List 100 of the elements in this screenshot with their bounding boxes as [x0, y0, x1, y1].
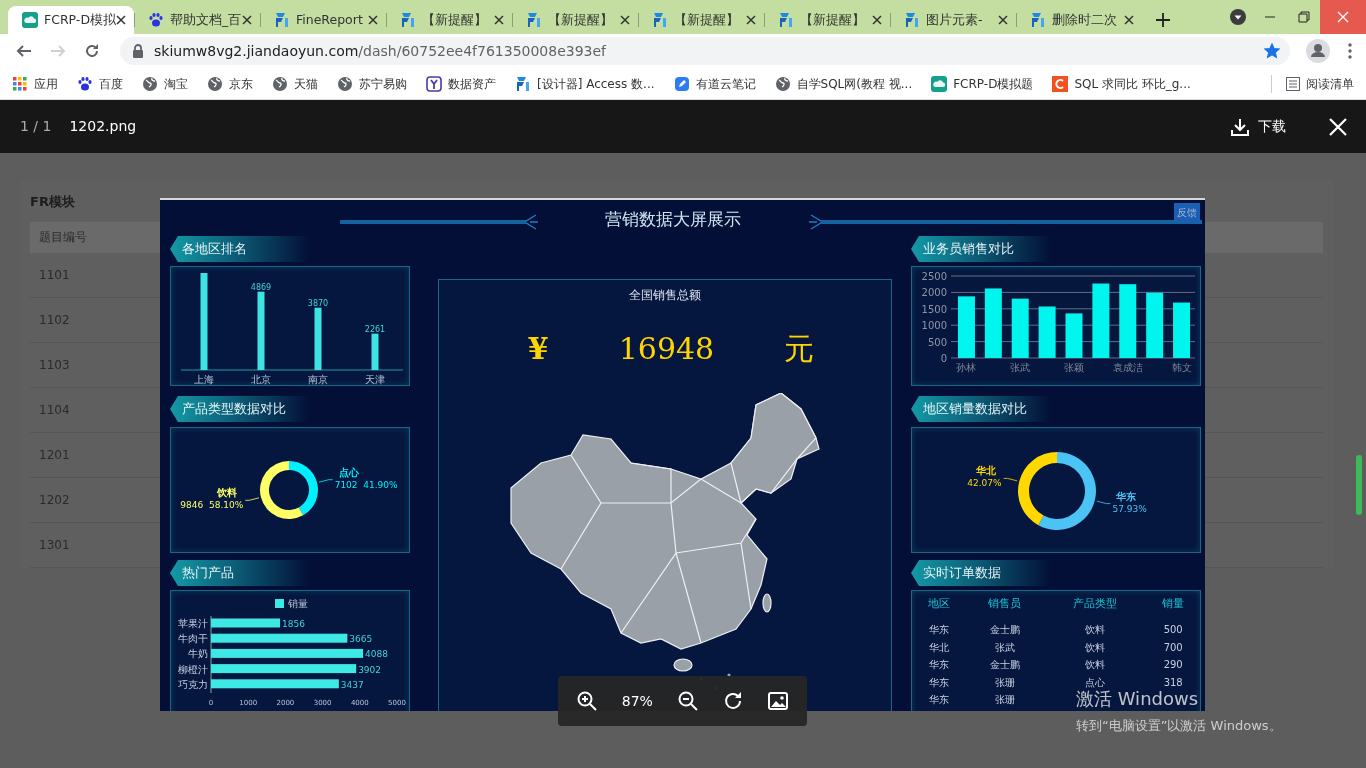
bookmark[interactable]: 自学SQL网(教程 视...: [774, 74, 913, 93]
browser-tab[interactable]: 【新提醒】: [764, 6, 890, 34]
axis-label: 南京: [308, 374, 328, 385]
table-cell-text: 点心: [1084, 675, 1107, 690]
bookmark[interactable]: 有道云笔记: [673, 74, 756, 93]
new-tab-icon[interactable]: [1156, 13, 1170, 27]
logo-icon: [778, 12, 794, 28]
data-label: 3665: [349, 634, 373, 645]
address-bar[interactable]: skiumw8vg2.jiandaoyun.com/dash/60752ee4f761350008e393ef: [120, 37, 1290, 65]
logo-icon: [400, 12, 416, 28]
axis-label: 巧克力: [178, 678, 208, 690]
arrow-icon: [16, 43, 32, 59]
download-button[interactable]: 下载: [1230, 116, 1286, 137]
restore-icon[interactable]: [1298, 11, 1310, 23]
axis-label: 孙林: [956, 362, 977, 373]
slice-value: 42.07%: [967, 478, 1002, 489]
logo-icon: [1052, 75, 1069, 92]
table-cell-text: 张珊: [993, 675, 1016, 690]
slice-label: 华东: [1116, 490, 1137, 502]
zoom-out-icon[interactable]: [678, 691, 699, 711]
star-icon[interactable]: [1264, 43, 1280, 59]
bar: [957, 296, 975, 358]
image-counter: 1 / 1: [20, 117, 52, 136]
data-label: 1856: [282, 619, 305, 629]
browser-tab[interactable]: FineReport: [260, 6, 386, 34]
logo-icon: [904, 12, 920, 28]
close-icon[interactable]: [746, 15, 756, 25]
browser-tab[interactable]: 【新提醒】: [386, 6, 512, 34]
bookmark[interactable]: 苏宁易购: [337, 74, 407, 93]
bookmark[interactable]: [设计器] Access 数...: [515, 74, 655, 93]
legend: 销量: [275, 598, 308, 609]
bookmark[interactable]: 数据资产: [426, 74, 496, 93]
bookmark[interactable]: 百度: [77, 74, 123, 93]
globe-icon: [337, 75, 353, 92]
leader-line: [318, 479, 334, 483]
browser-tab[interactable]: FCRP-D模拟: [8, 6, 134, 34]
data-label: 4869: [250, 282, 272, 292]
bar: [1173, 302, 1191, 358]
globe-icon: [272, 75, 288, 92]
table-cell-text: 华东: [927, 658, 950, 673]
browser-tab[interactable]: 图片元素-: [890, 6, 1016, 34]
browser-tab[interactable]: 【新提醒】: [512, 6, 638, 34]
close-icon[interactable]: [620, 15, 630, 25]
panel-title: 实时订单数据: [911, 560, 1051, 586]
close-icon[interactable]: [1124, 15, 1134, 25]
close-icon[interactable]: [116, 15, 126, 25]
axis-label: 袁成洁: [1112, 362, 1143, 373]
table-cell-text: 金士鹏: [988, 623, 1021, 638]
bar: [211, 618, 281, 628]
browser-tab[interactable]: 帮助文档_百: [134, 6, 260, 34]
table-cell-text: 华东: [927, 693, 950, 708]
axis-label: 北京: [251, 374, 271, 385]
note-icon: [673, 75, 690, 92]
data-label: 3902: [358, 664, 382, 675]
profile-icon[interactable]: [1306, 39, 1330, 63]
browser-tab[interactable]: 【新提醒】: [638, 6, 764, 34]
table-cell-text: 华北: [927, 640, 950, 655]
close-icon[interactable]: [872, 15, 882, 25]
panel-title: 各地区排名: [170, 236, 310, 262]
slice-label: 华北: [975, 465, 996, 477]
axis-label: 牛奶: [188, 648, 208, 660]
bookmark[interactable]: FCRP-D模拟题: [931, 74, 1034, 93]
paw-icon: [148, 12, 164, 28]
close-icon[interactable]: [494, 15, 504, 25]
tab-search-icon[interactable]: [1230, 9, 1246, 25]
globe-icon: [774, 75, 791, 92]
menu-icon[interactable]: [1348, 43, 1352, 59]
globe-icon: [142, 75, 158, 92]
panel-title: 业务员销售对比: [911, 236, 1051, 262]
table-cell-text: 700: [1162, 640, 1184, 655]
bookmark[interactable]: 京东: [207, 74, 253, 93]
axis-label: 张颖: [1064, 362, 1084, 373]
close-icon[interactable]: [998, 15, 1008, 25]
reading-list-button[interactable]: 阅读清单: [1271, 74, 1354, 93]
bar: [314, 307, 322, 370]
close-icon[interactable]: [368, 15, 378, 25]
cloud-icon: [22, 12, 38, 28]
leader-line: [1003, 478, 1018, 482]
bookmark[interactable]: 淘宝: [142, 74, 188, 93]
bookmark[interactable]: 天猫: [272, 74, 318, 93]
browser-tab[interactable]: 删除时二次: [1016, 6, 1142, 34]
data-label: 3437: [340, 679, 364, 690]
table-cell-text: 饮料: [1084, 658, 1107, 673]
bookmark[interactable]: 应用: [12, 74, 58, 93]
close-icon[interactable]: [242, 15, 252, 25]
axis-label: 牛肉干: [178, 633, 208, 645]
activation-title: 激活 Windows: [1076, 688, 1200, 711]
zoom-in-icon[interactable]: [576, 691, 597, 711]
bookmark[interactable]: SQL 求同比 环比_g...: [1052, 74, 1191, 93]
leader-line: [244, 497, 260, 501]
arrow-icon: [50, 43, 66, 59]
table-cell-text: 张武: [993, 640, 1016, 655]
globe-icon: [207, 75, 223, 92]
tick-label: 1000: [921, 320, 947, 332]
column-header: 产品类型: [1072, 595, 1119, 612]
image-icon[interactable]: [768, 691, 789, 711]
bar: [984, 288, 1002, 358]
rotate-icon[interactable]: [723, 691, 744, 711]
slice-label: 点心: [338, 466, 359, 478]
reload-icon: [84, 43, 100, 59]
